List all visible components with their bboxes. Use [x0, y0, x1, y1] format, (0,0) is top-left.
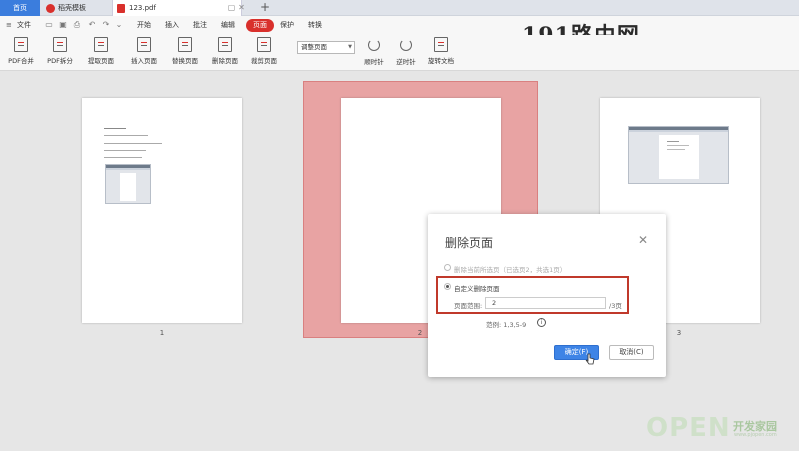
dialog-title: 删除页面: [445, 236, 494, 250]
rotate-document-button[interactable]: 旋转文档: [426, 37, 456, 69]
page-screenshot-image: [628, 126, 729, 184]
range-example-text: 范例: 1,3,5-9: [486, 321, 527, 329]
split-icon: [53, 37, 67, 52]
undo-icon[interactable]: ↶: [87, 19, 97, 30]
page-range-suffix: /3页: [609, 302, 622, 310]
redo-icon[interactable]: ↷: [101, 19, 111, 30]
delete-page-button[interactable]: 删除页面: [210, 37, 240, 69]
tab-templates-label: 稻壳模板: [58, 4, 86, 12]
page-range-label: 页面范围:: [454, 302, 483, 310]
more-icon[interactable]: ⌄: [114, 19, 124, 30]
insert-page-label: 插入页面: [131, 57, 157, 65]
pdf-file-icon: [117, 4, 125, 13]
crop-page-label: 裁剪页面: [251, 57, 277, 65]
rotate-counterclockwise-label: 逆时针: [396, 58, 416, 66]
pdf-split-label: PDF拆分: [47, 57, 73, 65]
page-thumbnail-1[interactable]: [82, 98, 242, 323]
menu-tab-page[interactable]: 页面: [246, 19, 274, 32]
merge-icon: [14, 37, 28, 52]
file-menu[interactable]: ≡ 文件: [6, 19, 31, 32]
extract-pages-button[interactable]: 提取页面: [86, 37, 116, 69]
rotate-clockwise-icon: [368, 39, 380, 51]
page-number-1: 1: [159, 329, 165, 337]
rotate-document-label: 旋转文档: [428, 57, 454, 65]
delete-page-icon: [218, 37, 232, 52]
extract-pages-label: 提取页面: [88, 57, 114, 65]
crop-page-button[interactable]: 裁剪页面: [249, 37, 279, 69]
tab-document-label: 123.pdf: [129, 4, 156, 12]
delete-pages-dialog: 删除页面 ✕ 删除当前所选页（已选页2，共选1页） 自定义删除页面 页面范围: …: [428, 214, 666, 377]
info-icon[interactable]: i: [537, 318, 546, 327]
crop-page-icon: [257, 37, 271, 52]
docer-logo-icon: [46, 4, 55, 13]
tab-bar: 首页 稻壳模板 123.pdf ▢ ✕ +: [0, 0, 799, 16]
menu-tab-edit[interactable]: 编辑: [221, 19, 235, 32]
print-icon[interactable]: ⎙: [72, 19, 82, 30]
text-line: [104, 150, 146, 151]
menu-tab-protect[interactable]: 保护: [280, 19, 294, 32]
tab-templates[interactable]: 稻壳模板: [42, 0, 108, 16]
insert-page-icon: [137, 37, 151, 52]
hamburger-icon: ≡: [6, 21, 12, 29]
page-number-3: 3: [676, 329, 682, 337]
watermark-open-logo: OPEN: [646, 413, 731, 443]
tab-home[interactable]: 首页: [0, 0, 40, 16]
menu-bar: ≡ 文件 ▭ ▣ ⎙ ↶ ↷ ⌄ 开始 插入 批注 编辑 页面 保护 转换: [0, 16, 799, 35]
text-line: [104, 135, 148, 136]
pdf-merge-label: PDF合并: [8, 57, 34, 65]
view-mode-value: 调整页面: [301, 43, 327, 51]
rotate-clockwise-button[interactable]: 顺时针: [362, 37, 386, 69]
replace-page-button[interactable]: 替换页面: [170, 37, 200, 69]
tab-document[interactable]: 123.pdf ▢ ✕: [112, 0, 245, 16]
new-tab-button[interactable]: +: [258, 0, 272, 16]
page-range-input[interactable]: 2: [485, 297, 606, 309]
pin-icon[interactable]: ▢: [227, 3, 236, 12]
menu-tab-home[interactable]: 开始: [137, 19, 151, 32]
rotate-document-icon: [434, 37, 448, 52]
watermark-open-url: www.pjopen.com: [734, 432, 777, 438]
rotate-counterclockwise-button[interactable]: 逆时针: [394, 37, 418, 69]
menu-tab-insert[interactable]: 插入: [165, 19, 179, 32]
mouse-pointer-icon: [585, 353, 595, 365]
menu-tab-annotate[interactable]: 批注: [193, 19, 207, 32]
chevron-down-icon: ▼: [348, 44, 352, 50]
page-number-2: 2: [417, 329, 423, 337]
pdf-split-button[interactable]: PDF拆分: [45, 37, 75, 69]
open-icon[interactable]: ▭: [44, 19, 54, 30]
menu-tab-convert[interactable]: 转换: [308, 19, 322, 32]
delete-page-label: 删除页面: [212, 57, 238, 65]
replace-page-icon: [178, 37, 192, 52]
text-line: [104, 128, 126, 129]
cancel-button[interactable]: 取消(C): [609, 345, 654, 360]
text-line: [104, 157, 142, 158]
rotate-counterclockwise-icon: [400, 39, 412, 51]
text-line: [104, 143, 162, 144]
file-menu-label: 文件: [17, 21, 31, 29]
ribbon: PDF合并 PDF拆分 提取页面 插入页面 替换页面 删除页面 裁剪页面 调整页…: [0, 35, 799, 71]
save-icon[interactable]: ▣: [58, 19, 68, 30]
pdf-merge-button[interactable]: PDF合并: [6, 37, 36, 69]
extract-icon: [94, 37, 108, 52]
insert-page-button[interactable]: 插入页面: [126, 37, 162, 69]
close-tab-icon[interactable]: ✕: [237, 3, 246, 12]
view-mode-select[interactable]: 调整页面 ▼: [297, 41, 355, 54]
close-icon[interactable]: ✕: [638, 234, 648, 246]
option-delete-current-label: 删除当前所选页（已选页2，共选1页）: [454, 266, 567, 274]
rotate-clockwise-label: 顺时针: [364, 58, 384, 66]
replace-page-label: 替换页面: [172, 57, 198, 65]
page-screenshot-image: [105, 164, 151, 204]
radio-delete-current[interactable]: [444, 264, 451, 271]
